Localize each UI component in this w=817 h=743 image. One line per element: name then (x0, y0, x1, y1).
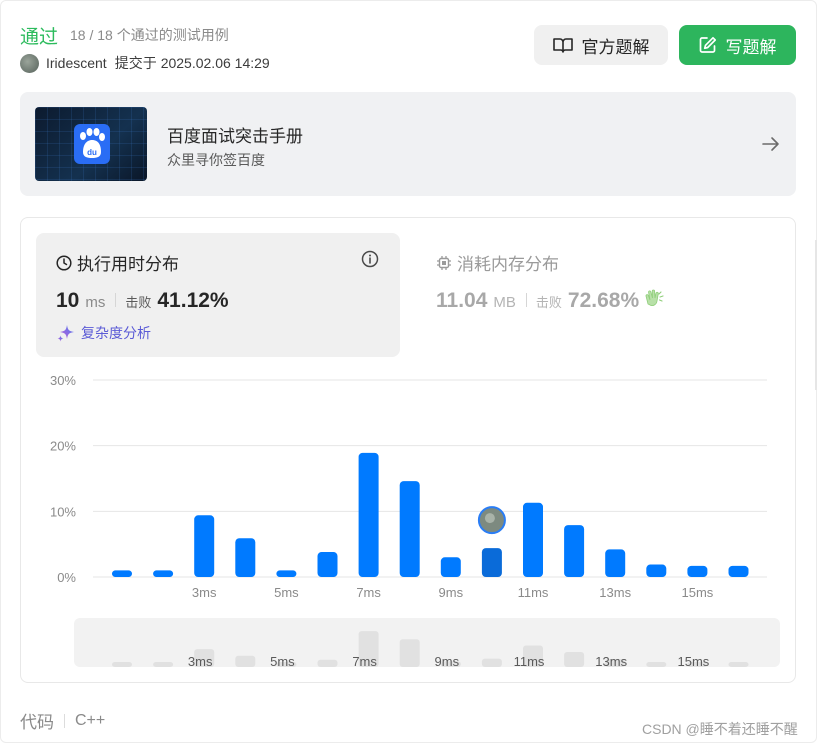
bar (399, 481, 420, 577)
avatar-detail (484, 513, 495, 524)
bar (358, 452, 379, 577)
bar (440, 557, 461, 577)
y-tick-label: 30% (50, 373, 76, 388)
watermark: CSDN @睡不着还睡不醒 (642, 721, 798, 737)
y-tick-label: 10% (50, 504, 76, 519)
x-tick-label: 3ms (192, 585, 217, 600)
minimap-tick-label: 11ms (514, 654, 545, 669)
bar (153, 570, 174, 577)
bar (317, 552, 338, 577)
minimap-tick-label: 13ms (595, 654, 627, 669)
minimap-tick-label: 5ms (270, 654, 295, 669)
bar (605, 549, 626, 577)
runtime-distribution-chart: 30% 20% 10% 0% 3ms 3ms 5ms 5ms 7ms 7ms 9ms 9ms 11ms 1… (50, 373, 767, 669)
divider (64, 713, 65, 728)
minimap-bar (564, 651, 585, 667)
x-tick-label: 15ms (682, 585, 714, 600)
minimap-bar (235, 655, 256, 667)
minimap-bar (112, 662, 132, 667)
bar (276, 570, 297, 577)
minimap-bar (728, 662, 749, 667)
x-tick-label: 5ms (274, 585, 299, 600)
minimap-bar (481, 658, 502, 667)
language-label: C++ (75, 711, 106, 729)
code-section-header: 代码 C++ (20, 708, 105, 733)
minimap-tick-label: 7ms (352, 654, 377, 669)
minimap-bar (399, 639, 420, 667)
code-label: 代码 (20, 713, 54, 732)
minimap-bar (317, 659, 338, 667)
minimap-bar (153, 662, 174, 667)
minimap-tick-label: 9ms (435, 654, 460, 669)
x-tick-label: 13ms (599, 585, 631, 600)
bar (481, 548, 502, 577)
bar (112, 570, 132, 577)
y-tick-label: 20% (50, 439, 76, 454)
x-tick-label: 7ms (356, 585, 381, 600)
bar (728, 565, 749, 577)
minimap-tick-label: 15ms (678, 654, 710, 669)
bar (646, 564, 667, 577)
x-tick-label: 9ms (439, 585, 464, 600)
minimap-tick-label: 3ms (188, 654, 213, 669)
x-tick-label: 11ms (518, 585, 549, 600)
bar (235, 538, 256, 577)
minimap-bar (646, 662, 667, 667)
bar (687, 565, 708, 577)
bar (564, 525, 585, 577)
y-tick-label: 0% (57, 570, 76, 585)
bar (194, 515, 215, 577)
bar (523, 502, 543, 577)
